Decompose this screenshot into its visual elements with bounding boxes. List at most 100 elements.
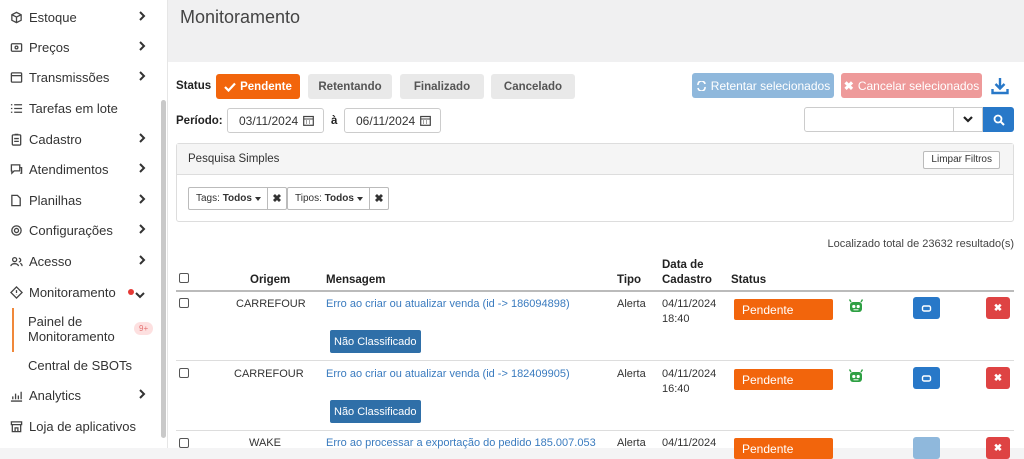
period-separator: à bbox=[331, 115, 338, 127]
chip-label: Tipos: bbox=[295, 193, 322, 204]
sidebar-item-acesso[interactable]: Acesso bbox=[0, 246, 160, 276]
button-label: Pendente bbox=[240, 80, 292, 93]
cell-data: 04/11/2024 18:40 bbox=[662, 297, 716, 327]
sidebar-item-monitoramento[interactable]: Monitoramento bbox=[0, 277, 160, 307]
caret-down-icon bbox=[356, 196, 363, 201]
cell-origem: CARREFOUR bbox=[234, 368, 304, 380]
refresh-icon bbox=[921, 304, 932, 312]
box-icon bbox=[9, 10, 23, 24]
sidebar-item-configuracoes[interactable]: Configurações bbox=[0, 215, 160, 245]
row-checkbox[interactable] bbox=[179, 438, 189, 448]
cell-mensagem-link[interactable]: Erro ao processar a exportação do pedido… bbox=[326, 436, 596, 451]
sidebar-subitem-central-de-sbots[interactable]: Central de SBOTs bbox=[28, 358, 132, 373]
refresh-icon bbox=[921, 374, 932, 382]
chevron-right-icon bbox=[138, 388, 146, 400]
date-to-value: 06/11/2024 bbox=[356, 113, 416, 128]
chevron-right-icon bbox=[138, 162, 146, 174]
column-header-status[interactable]: Status bbox=[731, 273, 766, 288]
sidebar-item-precos[interactable]: Preços bbox=[0, 32, 160, 62]
date-to-input[interactable]: 06/11/2024 bbox=[344, 108, 441, 133]
sidebar-item-atendimentos[interactable]: Atendimentos bbox=[0, 154, 160, 184]
chevron-right-icon bbox=[138, 10, 146, 22]
cancel-selected-button[interactable]: ✖ Cancelar selecionados bbox=[841, 73, 982, 98]
retry-row-button[interactable] bbox=[913, 367, 940, 389]
alert-diamond-icon bbox=[9, 285, 23, 299]
cancel-row-button[interactable]: ✖ bbox=[986, 437, 1010, 459]
cancel-row-button[interactable]: ✖ bbox=[986, 297, 1010, 319]
tags-filter-dropdown[interactable]: Tags: Todos bbox=[189, 188, 268, 209]
sidebar: Estoque Preços Transmissões Tarefas em l… bbox=[0, 0, 168, 448]
select-all-checkbox[interactable] bbox=[179, 273, 189, 283]
column-header-tipo[interactable]: Tipo bbox=[617, 273, 641, 288]
sidebar-scrollbar[interactable] bbox=[161, 100, 166, 438]
tipos-filter-chip[interactable]: Tipos: Todos ✖ bbox=[287, 187, 389, 210]
chip-label: Tags: bbox=[196, 193, 220, 204]
calendar-icon bbox=[303, 115, 314, 126]
simple-search-header: Pesquisa Simples Limpar Filtros bbox=[177, 144, 1013, 175]
status-badge: Pendente bbox=[734, 438, 833, 459]
search-input[interactable] bbox=[804, 107, 954, 132]
sidebar-item-label: Monitoramento bbox=[29, 284, 116, 300]
sidebar-item-label: Estoque bbox=[29, 9, 77, 25]
remove-tipos-filter-icon[interactable]: ✖ bbox=[370, 188, 388, 209]
cell-data: 04/11/2024 16:40 bbox=[662, 367, 716, 397]
robot-icon[interactable] bbox=[848, 298, 864, 314]
chip-value: Todos bbox=[324, 193, 354, 204]
users-icon bbox=[9, 254, 23, 268]
sidebar-item-label: Configurações bbox=[29, 222, 113, 238]
date-from-value: 03/11/2024 bbox=[239, 113, 299, 128]
tags-filter-chip[interactable]: Tags: Todos ✖ bbox=[188, 187, 287, 210]
cell-mensagem-link[interactable]: Erro ao criar ou atualizar venda (id -> … bbox=[326, 367, 570, 382]
status-retentando-button[interactable]: Retentando bbox=[308, 74, 392, 99]
status-filter-label: Status bbox=[176, 80, 212, 92]
remove-tags-filter-icon[interactable]: ✖ bbox=[268, 188, 286, 209]
clear-filters-button[interactable]: Limpar Filtros bbox=[923, 151, 1000, 169]
retry-row-button[interactable] bbox=[913, 297, 940, 319]
sidebar-item-label: Transmissões bbox=[29, 69, 110, 85]
sidebar-item-transmissoes[interactable]: Transmissões bbox=[0, 62, 160, 92]
button-label: Cancelar selecionados bbox=[857, 78, 980, 93]
row-checkbox[interactable] bbox=[179, 368, 189, 378]
cell-mensagem-link[interactable]: Erro ao criar ou atualizar venda (id -> … bbox=[326, 297, 570, 312]
cancel-row-button[interactable]: ✖ bbox=[986, 367, 1010, 389]
classification-tag[interactable]: Não Classificado bbox=[330, 330, 421, 353]
submenu-label-line1: Painel de bbox=[28, 314, 83, 329]
button-label: Retentar selecionados bbox=[710, 78, 831, 93]
column-header-mensagem[interactable]: Mensagem bbox=[326, 273, 385, 288]
sidebar-item-planilhas[interactable]: Planilhas bbox=[0, 185, 160, 215]
chip-value: Todos bbox=[222, 193, 252, 204]
cell-date: 04/11/2024 bbox=[662, 298, 717, 310]
store-icon bbox=[9, 70, 23, 84]
sidebar-item-label: Cadastro bbox=[29, 131, 82, 147]
sidebar-item-cadastro[interactable]: Cadastro bbox=[0, 124, 160, 154]
results-count: Localizado total de 23632 resultado(s) bbox=[827, 238, 1014, 250]
classification-tag[interactable]: Não Classificado bbox=[330, 400, 421, 423]
search-dropdown-toggle[interactable] bbox=[953, 107, 983, 132]
status-badge: Pendente bbox=[734, 299, 833, 320]
store-front-icon bbox=[9, 419, 23, 433]
sidebar-item-estoque[interactable]: Estoque bbox=[0, 2, 160, 32]
sidebar-item-tarefas-em-lote[interactable]: Tarefas em lote bbox=[0, 93, 160, 123]
retry-selected-button[interactable]: Retentar selecionados bbox=[692, 73, 834, 98]
retry-row-button[interactable] bbox=[913, 437, 940, 459]
sidebar-subitem-painel-de-monitoramento[interactable]: Painel de Monitoramento bbox=[28, 314, 115, 344]
tipos-filter-dropdown[interactable]: Tipos: Todos bbox=[288, 188, 370, 209]
sidebar-item-label: Preços bbox=[29, 39, 70, 55]
table-header-divider bbox=[176, 290, 1014, 292]
column-header-data-cadastro[interactable]: Data de Cadastro bbox=[662, 258, 712, 288]
date-from-input[interactable]: 03/11/2024 bbox=[227, 108, 324, 133]
sidebar-item-label: Loja de aplicativos bbox=[29, 418, 136, 434]
status-finalizado-button[interactable]: Finalizado bbox=[400, 74, 484, 99]
chevron-right-icon bbox=[138, 70, 146, 82]
search-button[interactable] bbox=[983, 107, 1014, 132]
status-cancelado-button[interactable]: Cancelado bbox=[491, 74, 575, 99]
row-divider bbox=[176, 360, 1014, 361]
robot-icon[interactable] bbox=[848, 368, 864, 384]
sidebar-item-analytics[interactable]: Analytics bbox=[0, 380, 160, 410]
column-header-origem[interactable]: Origem bbox=[250, 273, 290, 288]
row-divider bbox=[176, 430, 1014, 431]
sidebar-item-loja-de-aplicativos[interactable]: Loja de aplicativos bbox=[0, 411, 160, 441]
download-icon[interactable] bbox=[990, 76, 1010, 96]
status-pendente-button[interactable]: Pendente bbox=[216, 74, 300, 99]
row-checkbox[interactable] bbox=[179, 298, 189, 308]
